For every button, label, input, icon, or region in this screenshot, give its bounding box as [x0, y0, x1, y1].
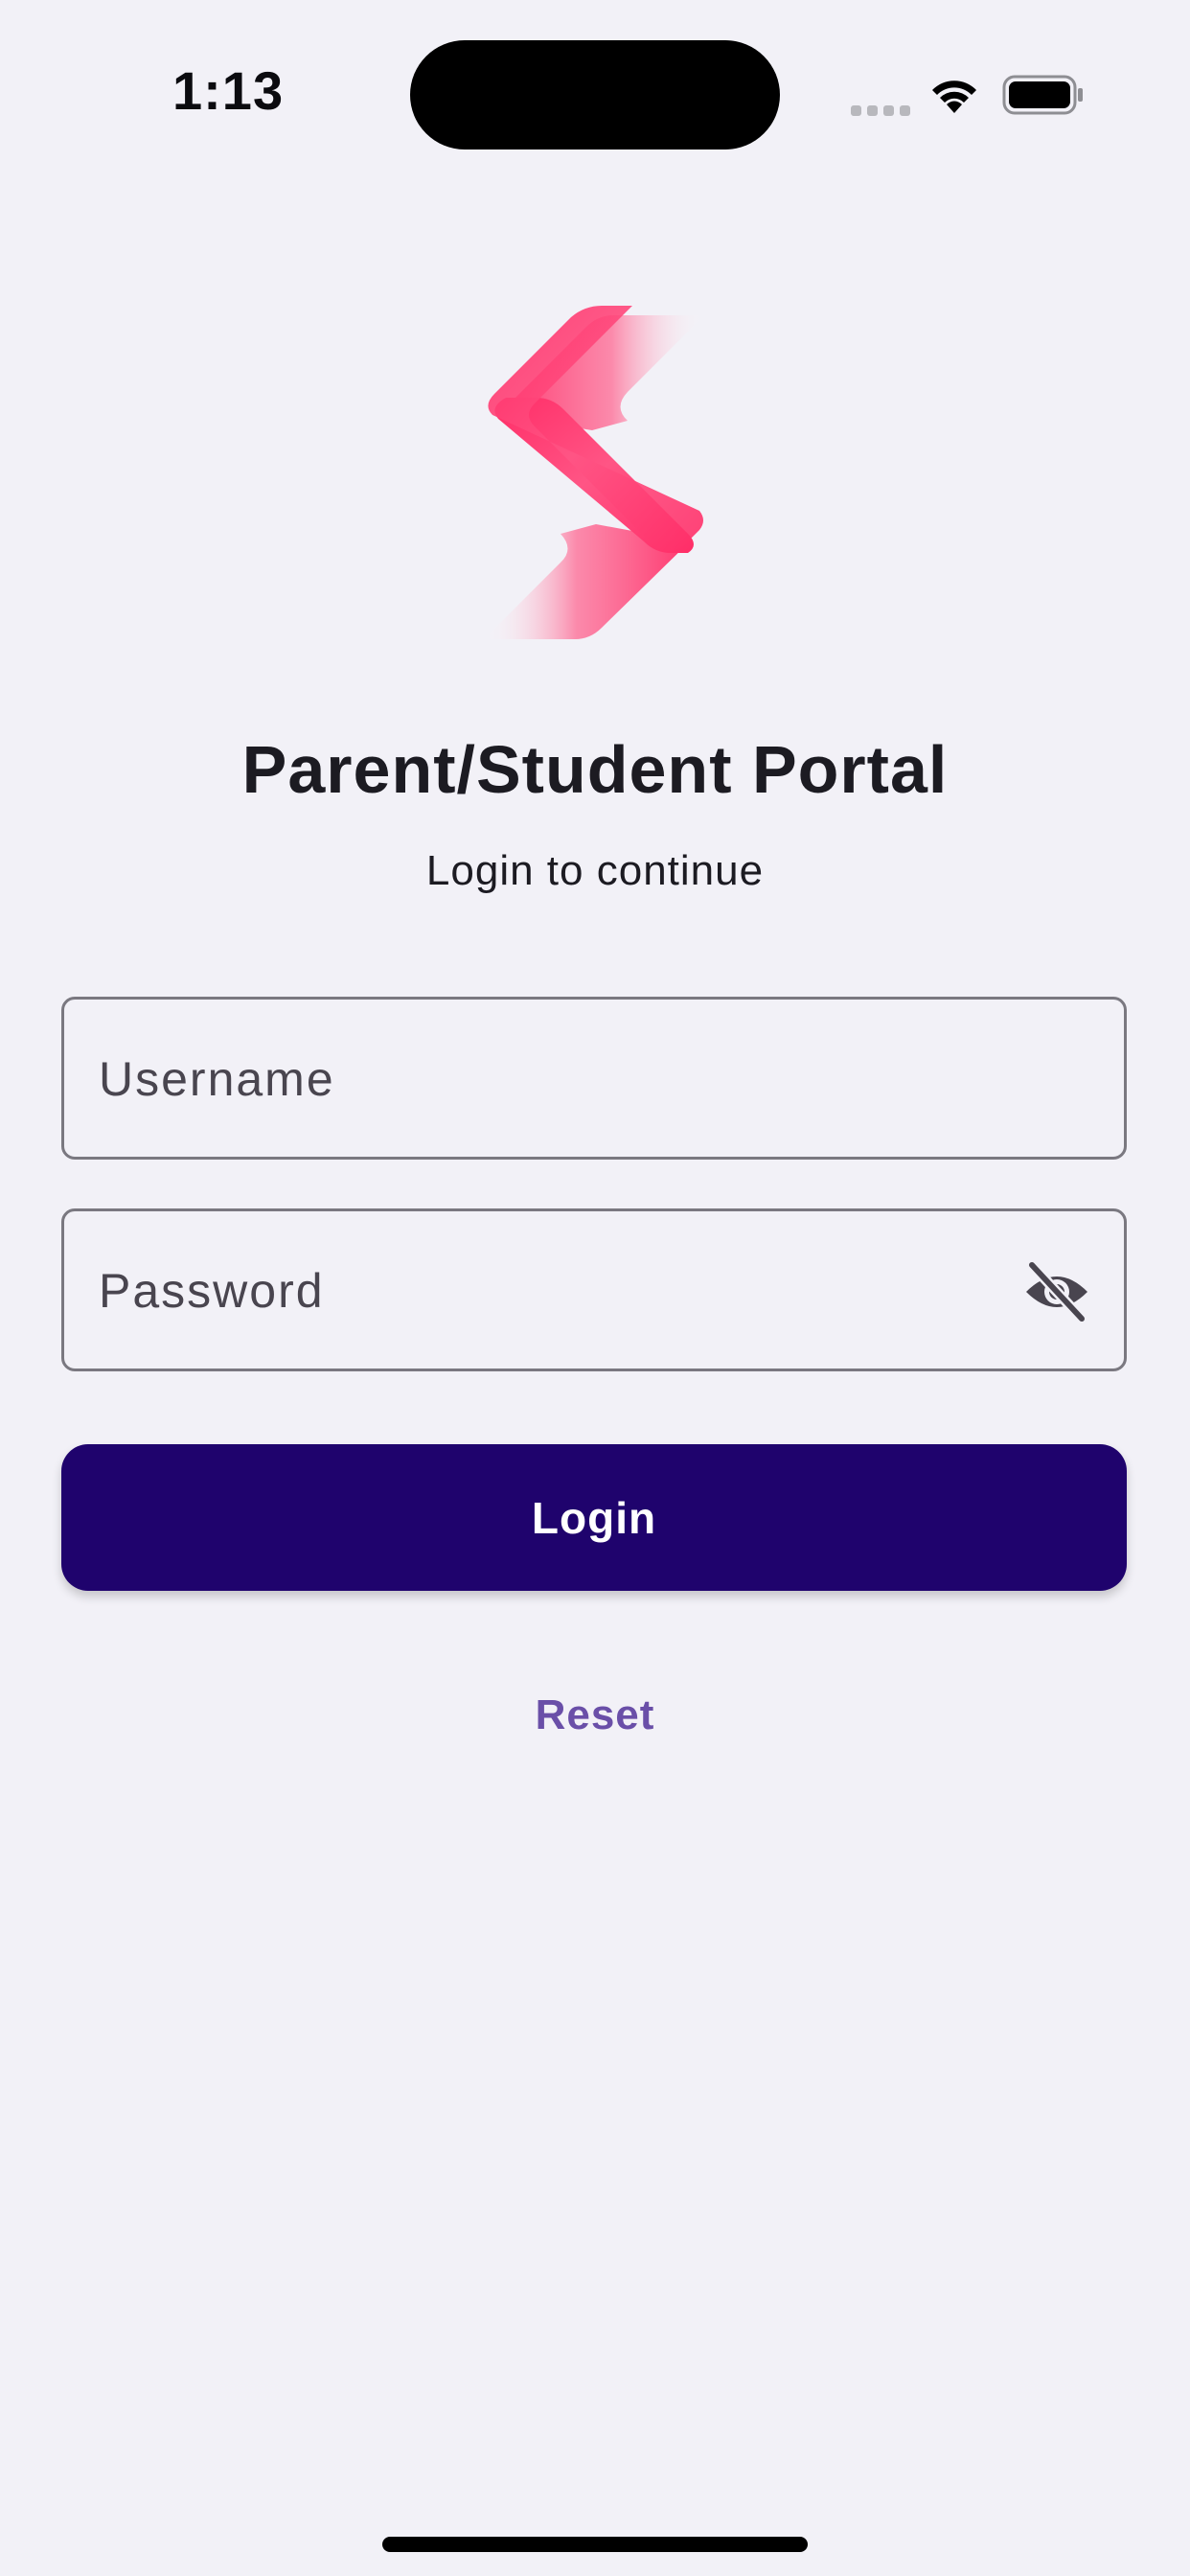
eye-off-icon[interactable] — [1022, 1259, 1091, 1324]
page-subtitle: Login to continue — [425, 847, 765, 894]
status-icons — [851, 71, 1090, 119]
cellular-signal-icon — [851, 104, 916, 121]
reset-link[interactable]: Reset — [499, 1691, 691, 1739]
battery-icon — [1002, 75, 1083, 115]
wifi-icon — [932, 80, 976, 113]
username-input[interactable] — [97, 1000, 963, 1159]
username-field[interactable] — [61, 997, 1127, 1160]
login-screen: 1:13 Parent/Student Portal Login to cont… — [0, 0, 1190, 2576]
status-time: 1:13 — [172, 60, 285, 121]
password-input[interactable] — [97, 1211, 963, 1370]
password-field[interactable] — [61, 1208, 1127, 1371]
page-title: Parent/Student Portal — [241, 732, 949, 807]
dynamic-island — [410, 40, 780, 150]
login-button[interactable]: Login — [61, 1444, 1127, 1591]
home-indicator[interactable] — [382, 2537, 808, 2552]
brand-logo-icon — [484, 306, 704, 639]
